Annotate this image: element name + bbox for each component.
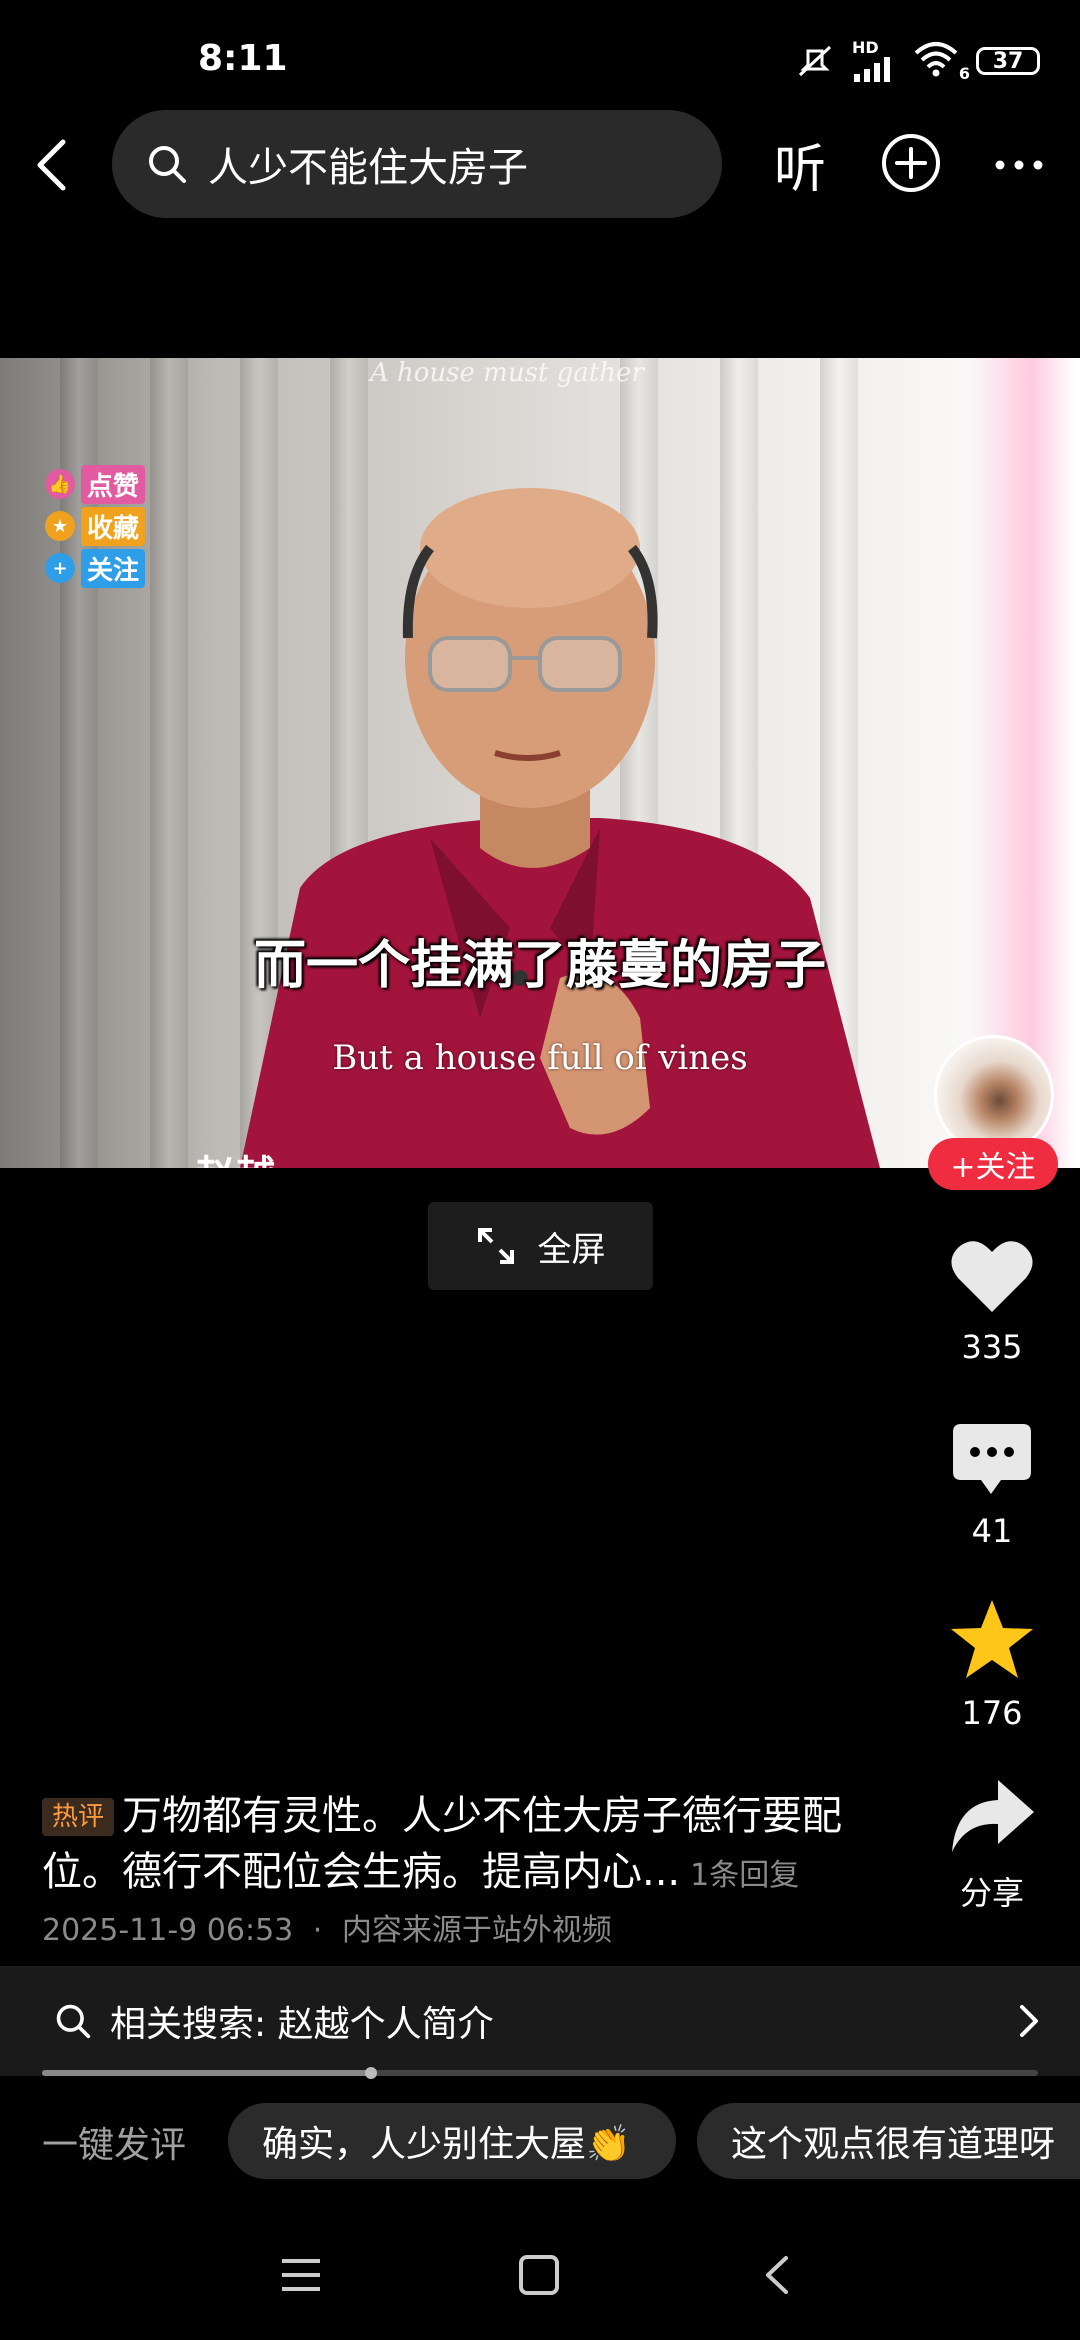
search-icon bbox=[149, 146, 186, 183]
network-hd-label: HD bbox=[852, 38, 879, 57]
related-search-bar[interactable]: 相关搜索: 赵越个人简介 bbox=[0, 1966, 1080, 2076]
related-search-label: 相关搜索: 赵越个人简介 bbox=[110, 2004, 494, 2045]
video-overlay-badges: 👍 点赞 ★ 收藏 + 关注 bbox=[45, 464, 146, 588]
search-icon bbox=[56, 2004, 91, 2039]
comment-bubble-icon bbox=[953, 1424, 1031, 1494]
mute-icon bbox=[798, 45, 832, 77]
status-time: 8:11 bbox=[198, 38, 288, 79]
star-icon bbox=[951, 1600, 1033, 1678]
more-button[interactable] bbox=[988, 140, 1050, 190]
heart-icon bbox=[951, 1241, 1033, 1312]
home-square-icon bbox=[519, 2255, 559, 2295]
badge-like: 👍 点赞 bbox=[45, 464, 146, 504]
content-source: 内容来源于站外视频 bbox=[341, 1913, 612, 1948]
quick-comment-chip[interactable]: 确实，人少别住大屋👏 bbox=[228, 2103, 676, 2179]
plus-icon: + bbox=[45, 553, 75, 583]
plus-circle-icon bbox=[882, 134, 940, 192]
signal-icon bbox=[854, 57, 890, 82]
thumbs-up-icon: 👍 bbox=[45, 469, 75, 499]
fullscreen-button[interactable]: 全屏 bbox=[428, 1202, 653, 1290]
share-label: 分享 bbox=[959, 1874, 1024, 1912]
expand-icon bbox=[477, 1228, 514, 1264]
post-meta: 2025-11-9 06:53 · 内容来源于站外视频 bbox=[42, 1905, 612, 1949]
badge-favorite: ★ 收藏 bbox=[45, 506, 146, 546]
badge-favorite-label: 收藏 bbox=[81, 506, 146, 546]
wifi-sub-label: 6 bbox=[958, 64, 970, 83]
nav-home-button[interactable] bbox=[504, 2240, 574, 2310]
battery-indicator: 37 bbox=[976, 47, 1040, 75]
like-button[interactable]: 335 bbox=[932, 1238, 1052, 1366]
favorite-count: 176 bbox=[961, 1694, 1023, 1732]
status-icons: HD 6 37 bbox=[794, 38, 1040, 83]
add-button[interactable] bbox=[880, 132, 942, 194]
back-button[interactable] bbox=[26, 130, 76, 200]
search-bar[interactable]: 人少不能住大房子 bbox=[112, 110, 722, 218]
share-arrow-icon bbox=[952, 1780, 1034, 1852]
reply-count[interactable]: 1条回复 bbox=[690, 1858, 799, 1893]
speaker-name-fragment: 赵越 bbox=[195, 1143, 275, 1168]
author-avatar[interactable] bbox=[934, 1035, 1054, 1155]
post-timestamp: 2025-11-9 06:53 bbox=[42, 1913, 294, 1948]
back-arrow-icon bbox=[37, 139, 66, 191]
more-dots-icon bbox=[995, 160, 1043, 170]
badge-follow-label: 关注 bbox=[81, 548, 146, 588]
carousel-progress bbox=[42, 2067, 1038, 2079]
hot-comment[interactable]: 热评 万物都有灵性。人少不住大房子德行要配位。德行不配位会生病。提高内心... 1条… bbox=[42, 1788, 882, 1904]
star-icon: ★ bbox=[45, 511, 75, 541]
nav-back-button[interactable] bbox=[742, 2240, 812, 2310]
wifi-icon bbox=[914, 42, 958, 77]
video-watermark: A house must gather bbox=[370, 358, 644, 388]
carousel-progress-thumb bbox=[364, 2067, 377, 2079]
fullscreen-label: 全屏 bbox=[537, 1229, 606, 1270]
menu-icon bbox=[282, 2259, 320, 2291]
comment-button[interactable]: 41 bbox=[932, 1422, 1052, 1550]
listen-button[interactable]: 听 bbox=[760, 128, 840, 200]
meta-separator: · bbox=[312, 1913, 323, 1948]
quick-comment-chip[interactable]: 这个观点很有道理呀 bbox=[697, 2103, 1080, 2179]
share-button[interactable]: 分享 bbox=[932, 1778, 1052, 1914]
subtitle-english: But a house full of vines bbox=[332, 1038, 748, 1078]
video-player[interactable]: A house must gather 👍 点赞 ★ 收藏 + 关注 而一个挂满… bbox=[0, 358, 1080, 1168]
back-arrow-icon bbox=[766, 2256, 788, 2294]
chevron-right-icon bbox=[1020, 2005, 1038, 2037]
quick-comment-label: 一键发评 bbox=[42, 2125, 187, 2166]
hot-comment-badge: 热评 bbox=[42, 1798, 115, 1836]
search-query: 人少不能住大房子 bbox=[208, 145, 528, 191]
badge-follow: + 关注 bbox=[45, 548, 146, 588]
nav-menu-button[interactable] bbox=[266, 2240, 336, 2310]
subtitle-chinese: 而一个挂满了藤蔓的房子 bbox=[253, 936, 826, 996]
like-count: 335 bbox=[961, 1328, 1023, 1366]
battery-level: 37 bbox=[992, 48, 1024, 74]
carousel-progress-fill bbox=[42, 2070, 371, 2076]
badge-like-label: 点赞 bbox=[81, 464, 146, 504]
follow-button[interactable]: +关注 bbox=[928, 1138, 1058, 1190]
favorite-button[interactable]: 176 bbox=[932, 1598, 1052, 1732]
comment-count: 41 bbox=[971, 1512, 1013, 1550]
